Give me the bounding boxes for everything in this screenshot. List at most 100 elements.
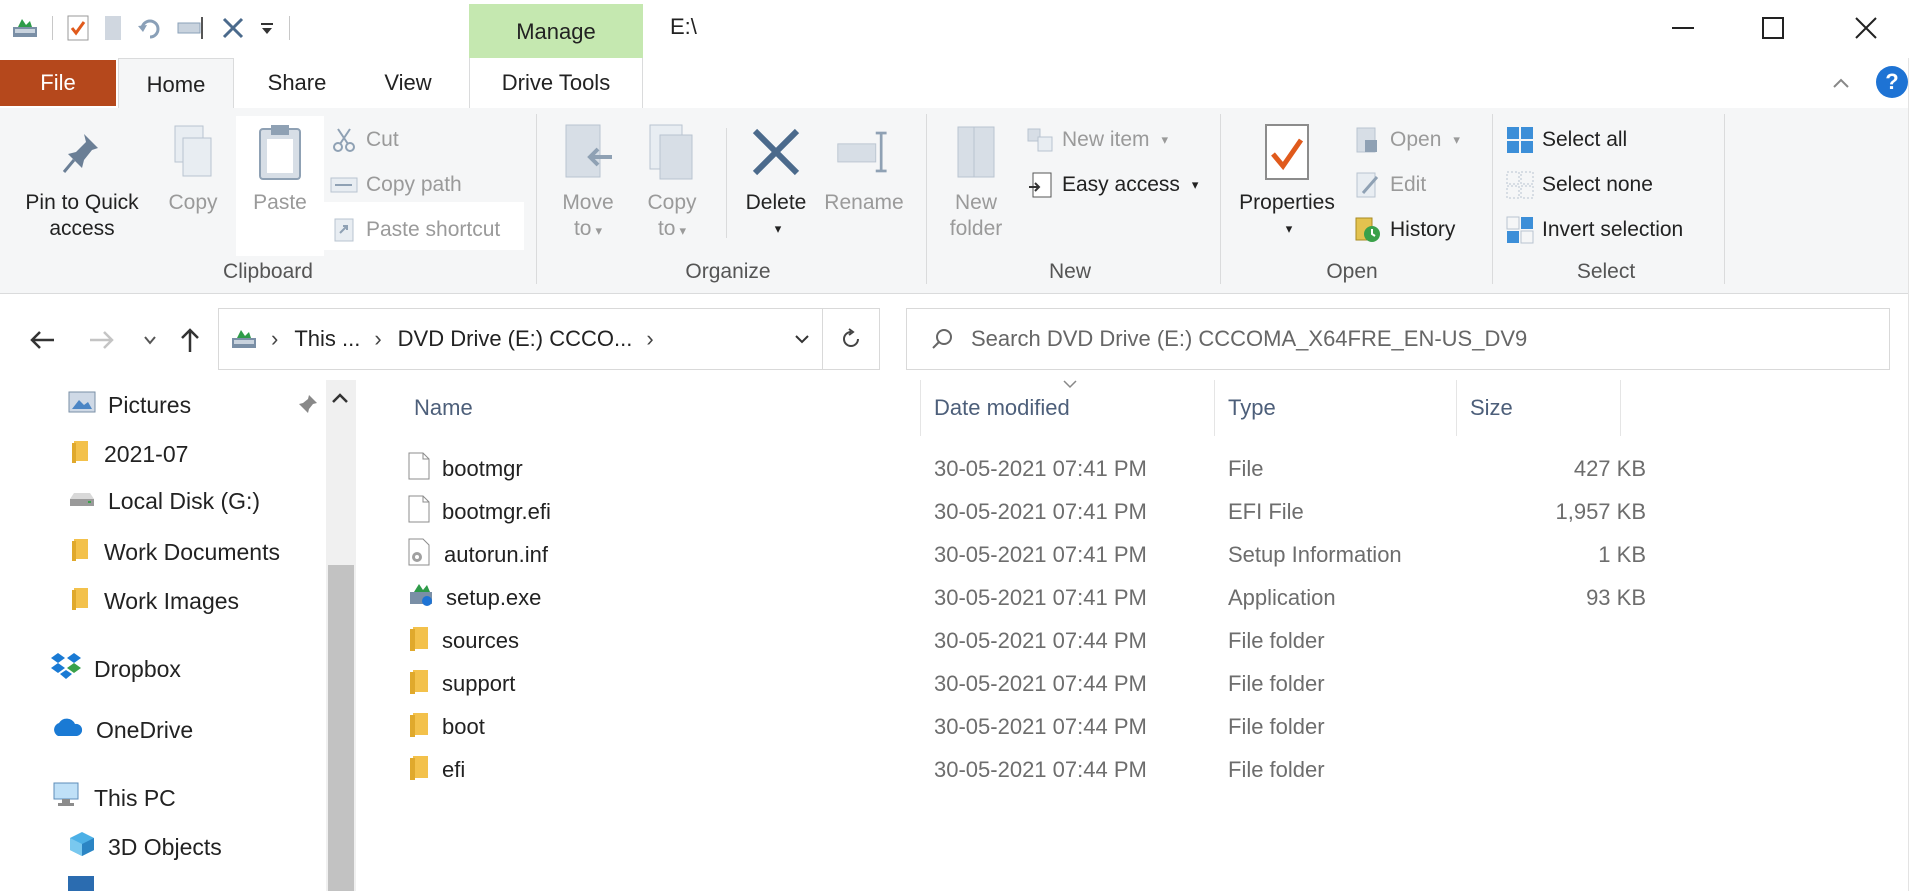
copy-icon — [165, 120, 221, 184]
sidebar-item-dropbox[interactable]: Dropbox — [50, 651, 181, 687]
copy-to-button[interactable]: Copy to ▾ — [632, 120, 712, 244]
recent-locations-chevron-icon[interactable] — [132, 322, 168, 358]
properties-button[interactable]: Properties ▾ — [1228, 120, 1346, 242]
file-row[interactable]: autorun.inf 30-05-2021 07:41 PM Setup In… — [356, 534, 1646, 576]
pc-icon — [50, 781, 82, 815]
invert-selection-icon — [1506, 216, 1534, 244]
select-all-button[interactable]: Select all — [1506, 122, 1627, 158]
folder-icon — [408, 754, 430, 786]
sidebar-item-work-images[interactable]: Work Images — [68, 586, 239, 616]
file-row[interactable]: sources 30-05-2021 07:44 PM File folder — [356, 620, 1616, 662]
minimize-button[interactable] — [1653, 6, 1713, 50]
drive-app-icon[interactable] — [12, 17, 38, 39]
select-all-label: Select all — [1542, 128, 1628, 151]
sidebar-item-2021-07[interactable]: 2021-07 — [68, 439, 188, 469]
close-icon — [1855, 17, 1877, 39]
undo-icon[interactable] — [137, 15, 163, 41]
copy-path-icon — [330, 171, 358, 199]
tab-drive-tools[interactable]: Drive Tools — [469, 58, 643, 108]
new-folder-qat-icon[interactable] — [103, 15, 123, 41]
invert-selection-button[interactable]: Invert selection — [1506, 212, 1683, 248]
edit-button[interactable]: Edit — [1354, 167, 1426, 203]
help-button[interactable]: ? — [1876, 66, 1908, 98]
pin-icon[interactable] — [298, 394, 318, 419]
paste-shortcut-button[interactable]: Paste shortcut — [330, 212, 500, 248]
file-row[interactable]: boot 30-05-2021 07:44 PM File folder — [356, 706, 1616, 748]
search-box[interactable] — [906, 308, 1890, 370]
sidebar-item-work-documents[interactable]: Work Documents — [68, 537, 280, 567]
breadcrumb-dvd-drive[interactable]: DVD Drive (E:) CCCO... — [398, 326, 633, 352]
properties-qat-icon[interactable] — [67, 15, 89, 41]
file-row[interactable]: support 30-05-2021 07:44 PM File folder — [356, 663, 1616, 705]
close-button[interactable] — [1836, 6, 1896, 50]
ribbon-tabs: File Home Share View Drive Tools ? — [0, 58, 1920, 110]
rename-qat-icon[interactable] — [177, 15, 207, 41]
copy-path-button[interactable]: Copy path — [330, 167, 462, 203]
window-title: E:\ — [670, 14, 697, 39]
pin-label-line2: access — [49, 217, 115, 240]
sidebar-item-3d-objects[interactable]: 3D Objects — [68, 830, 222, 864]
file-row[interactable]: setup.exe 30-05-2021 07:41 PM Applicatio… — [356, 577, 1646, 619]
move-to-button[interactable]: Move to ▾ — [548, 120, 628, 244]
tab-file[interactable]: File — [0, 60, 116, 106]
select-none-button[interactable]: Select none — [1506, 167, 1653, 203]
chevron-down-icon: ▾ — [1161, 132, 1169, 147]
tab-view[interactable]: View — [360, 58, 456, 108]
address-dropdown-button[interactable] — [775, 309, 827, 369]
address-bar[interactable]: › This ... › DVD Drive (E:) CCCO... › — [218, 308, 880, 370]
column-divider[interactable] — [1620, 380, 1621, 436]
file-row[interactable]: bootmgr 30-05-2021 07:41 PM File 427 KB — [356, 448, 1646, 490]
pin-to-quick-access-button[interactable]: Pin to Quick access — [14, 120, 150, 242]
refresh-button[interactable] — [822, 308, 880, 370]
tab-manage[interactable]: Manage — [469, 4, 643, 60]
file-size: 427 KB — [1573, 456, 1646, 481]
back-arrow-icon[interactable] — [24, 322, 60, 358]
copy-button[interactable]: Copy — [158, 120, 228, 216]
forward-arrow-icon[interactable] — [84, 322, 120, 358]
tab-share[interactable]: Share — [248, 58, 346, 108]
file-row[interactable]: efi 30-05-2021 07:44 PM File folder — [356, 749, 1616, 791]
column-divider[interactable] — [1214, 380, 1215, 436]
sidebar-item-pictures[interactable]: Pictures — [68, 390, 191, 420]
file-row[interactable]: bootmgr.efi 30-05-2021 07:41 PM EFI File… — [356, 491, 1646, 533]
new-item-button[interactable]: New item ▾ — [1026, 122, 1168, 158]
new-folder-button[interactable]: New folder — [936, 120, 1016, 242]
minimize-icon — [1672, 27, 1694, 29]
collapse-ribbon-icon[interactable] — [1832, 72, 1850, 95]
sidebar-item-onedrive[interactable]: OneDrive — [50, 716, 193, 744]
scrollbar-thumb[interactable] — [328, 565, 354, 891]
move-to-label-line2: to — [573, 217, 592, 240]
search-input[interactable] — [971, 326, 1871, 352]
column-divider[interactable] — [920, 380, 921, 436]
rename-button[interactable]: Rename — [818, 120, 910, 216]
customize-qat-dropdown-icon[interactable] — [259, 20, 275, 36]
title-bar: Manage E:\ — [0, 0, 1920, 60]
sidebar-item-this-pc[interactable]: This PC — [50, 781, 176, 815]
navigation-pane-scrollbar[interactable] — [326, 380, 356, 891]
column-header-date-modified[interactable]: Date modified — [924, 380, 1210, 436]
easy-access-button[interactable]: Easy access ▾ — [1026, 167, 1198, 203]
onedrive-icon — [50, 716, 84, 744]
folder-icon — [68, 586, 92, 616]
up-arrow-icon[interactable] — [172, 322, 208, 358]
sidebar-item-local-disk-g[interactable]: Local Disk (G:) — [68, 488, 260, 515]
delete-qat-icon[interactable] — [221, 16, 245, 40]
column-header-type[interactable]: Type — [1218, 380, 1438, 436]
refresh-icon — [843, 328, 859, 347]
open-button[interactable]: Open ▾ — [1354, 122, 1460, 158]
group-divider — [926, 114, 927, 284]
folder-icon — [68, 439, 92, 469]
column-divider[interactable] — [1456, 380, 1457, 436]
scroll-up-icon[interactable] — [331, 388, 349, 409]
delete-button[interactable]: Delete ▾ — [736, 120, 816, 242]
cut-button[interactable]: Cut — [330, 122, 399, 158]
column-header-size[interactable]: Size — [1460, 380, 1600, 436]
file-type: File — [1228, 456, 1264, 481]
maximize-button[interactable] — [1743, 6, 1803, 50]
tab-home[interactable]: Home — [118, 58, 234, 110]
column-header-name[interactable]: Name — [404, 380, 914, 436]
file-date: 30-05-2021 07:44 PM — [934, 714, 1147, 739]
paste-button[interactable]: Paste — [240, 120, 320, 216]
breadcrumb-this-pc[interactable]: This ... — [294, 326, 360, 352]
history-button[interactable]: History — [1354, 212, 1455, 248]
